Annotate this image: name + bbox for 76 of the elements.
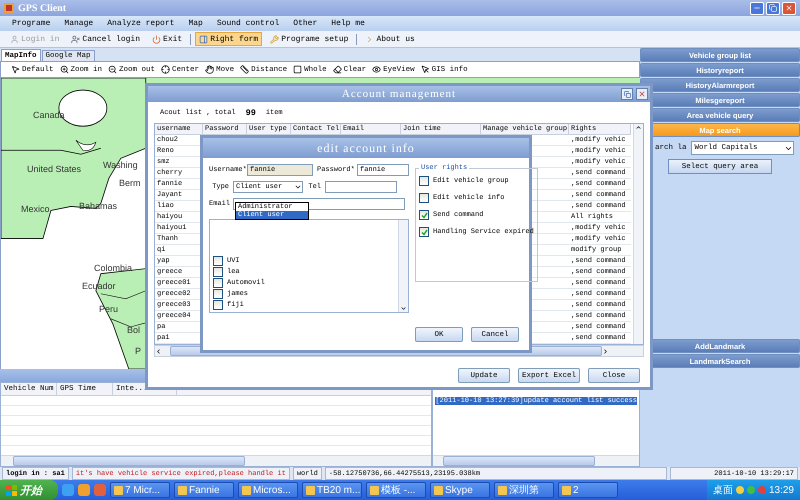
taskbar-item[interactable]: Micros... xyxy=(238,482,298,498)
power-icon xyxy=(152,34,162,44)
taskbar-item[interactable]: 模板 -... xyxy=(366,482,426,498)
menu-item[interactable]: Other xyxy=(293,19,318,28)
map-place-label: United States xyxy=(27,164,82,174)
toolbar-button[interactable]: Right form xyxy=(195,32,262,46)
minimize-button[interactable] xyxy=(750,2,764,14)
item-count: 99 xyxy=(246,108,256,118)
restore-button[interactable] xyxy=(621,88,633,100)
scroll-down-icon xyxy=(400,305,407,312)
taskbar-item[interactable]: 深圳第 xyxy=(494,482,554,498)
map-place-label: Mexico xyxy=(21,204,50,214)
menu-item[interactable]: Map xyxy=(188,19,203,28)
panel-icon xyxy=(199,34,208,44)
square-icon xyxy=(293,65,302,74)
tray-label: 桌面 xyxy=(712,484,733,497)
map-place-label: Berm xyxy=(119,178,141,188)
checkbox[interactable] xyxy=(213,256,223,266)
checkbox[interactable] xyxy=(419,176,429,186)
close-button[interactable] xyxy=(636,88,648,100)
window-title: GPS Client xyxy=(18,2,66,14)
taskbar-item[interactable]: TB20 m... xyxy=(302,482,362,498)
restore-icon xyxy=(624,90,630,98)
quick-launch-icon[interactable] xyxy=(78,484,90,496)
checkbox[interactable] xyxy=(419,227,429,237)
vertical-scrollbar[interactable] xyxy=(398,220,408,312)
clock: 13:29 xyxy=(768,484,794,496)
hand-icon xyxy=(205,65,214,74)
user-x-icon xyxy=(71,34,80,44)
toolbar-button[interactable]: Programe setup xyxy=(266,32,352,46)
restore-icon xyxy=(769,4,777,12)
tel-field[interactable] xyxy=(325,181,397,193)
dialog-title: Account management xyxy=(342,88,456,100)
menu-item[interactable]: Sound control xyxy=(216,19,280,28)
map-place-label: Colombia xyxy=(94,263,132,273)
horizontal-scrollbar[interactable] xyxy=(1,455,432,466)
zoom-in-icon xyxy=(60,65,69,74)
taskbar-item[interactable]: Fannie xyxy=(174,482,234,498)
menu-item[interactable]: Help me xyxy=(331,19,365,28)
user-icon xyxy=(10,34,19,44)
checkbox[interactable] xyxy=(419,210,429,220)
caret-icon xyxy=(294,183,302,191)
wrench-icon xyxy=(270,34,280,44)
menu-item[interactable]: Programe xyxy=(12,19,50,28)
toolbar-button[interactable]: Exit xyxy=(148,32,186,46)
windows-logo-icon xyxy=(6,484,17,496)
vertical-scrollbar[interactable] xyxy=(633,124,643,344)
pointer-icon xyxy=(11,65,20,74)
scroll-left-icon xyxy=(155,348,162,354)
checkbox[interactable] xyxy=(213,289,223,299)
pointer-icon xyxy=(420,65,430,74)
close-icon xyxy=(785,4,793,12)
toolbar-button[interactable]: About us xyxy=(361,32,419,46)
menu-item[interactable]: Manage xyxy=(64,19,94,28)
crosshair-icon xyxy=(161,65,170,74)
scroll-up-icon xyxy=(635,124,642,131)
checkbox[interactable] xyxy=(419,193,429,203)
map-place-label: P xyxy=(135,346,142,356)
toolbar-button[interactable]: Cancel login xyxy=(67,32,144,46)
scroll-right-icon xyxy=(602,348,609,354)
checkbox[interactable] xyxy=(213,278,223,288)
zoom-out-icon xyxy=(108,65,118,74)
menu-item[interactable]: Analyze report xyxy=(107,19,174,28)
close-icon xyxy=(638,90,646,98)
horizontal-scrollbar[interactable] xyxy=(433,455,639,466)
checkbox[interactable] xyxy=(213,300,223,310)
taskbar-item[interactable]: 7 Micr... xyxy=(110,482,170,498)
checkbox[interactable] xyxy=(213,267,223,277)
taskbar-item[interactable]: 2 xyxy=(558,482,618,498)
taskbar-item[interactable]: Skype xyxy=(430,482,490,498)
dialog-title: edit account info xyxy=(317,140,415,156)
eraser-icon xyxy=(332,65,342,74)
map-place-label: Bol xyxy=(127,325,140,335)
eye-icon xyxy=(372,65,382,74)
ruler-icon xyxy=(240,65,250,74)
app-icon xyxy=(4,3,14,13)
